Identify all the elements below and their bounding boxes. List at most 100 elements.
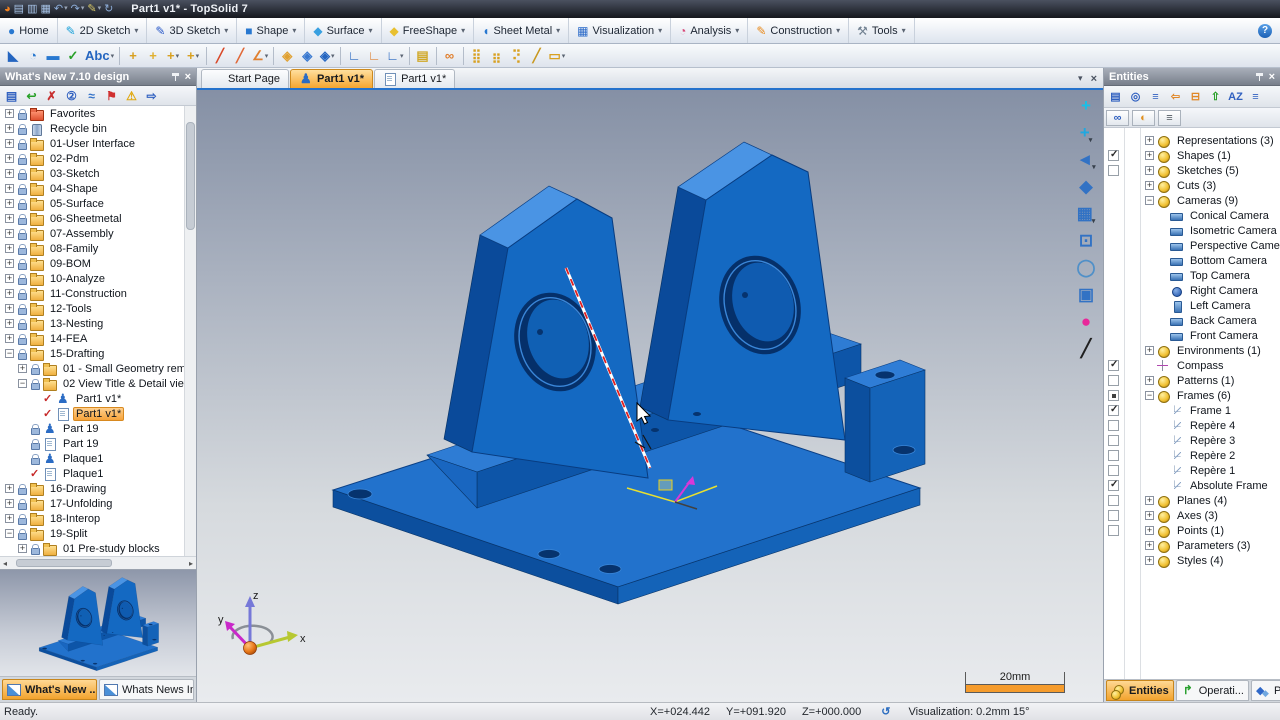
quick-access-button[interactable]: ↶ ▾ — [54, 2, 68, 16]
ribbon-tab[interactable]: ▦ Visualization ▾ — [569, 18, 671, 43]
toolbar-button[interactable]: ▾ — [206, 47, 207, 65]
expander-icon[interactable] — [5, 109, 14, 118]
tree-item[interactable]: Favorites — [0, 106, 196, 121]
chevron-down-icon[interactable]: ▾ — [64, 2, 68, 16]
document-tab[interactable]: Start Page — [201, 69, 289, 88]
expander-icon[interactable] — [5, 199, 14, 208]
chevron-down-icon[interactable]: ▾ — [902, 26, 906, 35]
tree-item[interactable]: 11-Construction — [0, 286, 196, 301]
view-toolbar-button[interactable]: ◄ ▾ — [1074, 149, 1098, 171]
close-icon[interactable]: × — [185, 72, 191, 82]
tree-item[interactable]: 09-BOM — [0, 256, 196, 271]
tree-item[interactable]: Part 19 — [0, 436, 196, 451]
toolbar-button[interactable]: ⣶ ▾ — [487, 46, 507, 66]
expander-icon[interactable] — [31, 409, 40, 418]
expander-icon[interactable] — [1145, 136, 1154, 145]
quick-access-button[interactable]: ▤ ▾ — [14, 2, 24, 16]
expander-icon[interactable] — [5, 214, 14, 223]
expander-icon[interactable] — [1158, 331, 1167, 340]
chevron-down-icon[interactable]: ▾ — [1089, 136, 1093, 144]
horizontal-scrollbar[interactable]: ◂ ▸ — [0, 556, 196, 569]
expander-icon[interactable] — [18, 364, 27, 373]
expander-icon[interactable] — [1145, 391, 1154, 400]
tree-item[interactable]: 02 View Title & Detail view & — [0, 376, 196, 391]
entity-item[interactable]: Repère 1 — [1104, 463, 1280, 478]
visibility-checkbox[interactable] — [1108, 525, 1119, 536]
expander-icon[interactable] — [1145, 511, 1154, 520]
entity-item[interactable]: Frame 1 — [1104, 403, 1280, 418]
panel-tab[interactable]: Parts — [1251, 680, 1280, 701]
visibility-checkbox[interactable] — [1108, 390, 1119, 401]
entity-item[interactable]: Axes (3) — [1104, 508, 1280, 523]
tree-item[interactable]: Recycle bin — [0, 121, 196, 136]
view-toolbar-button[interactable]: ◯ ▾ — [1074, 257, 1098, 279]
visibility-checkbox[interactable] — [1108, 465, 1119, 476]
chevron-down-icon[interactable]: ▾ — [98, 2, 102, 16]
view-toolbar-button[interactable]: ◆ ▾ — [1074, 176, 1098, 198]
visibility-checkbox[interactable] — [1108, 420, 1119, 431]
chevron-down-icon[interactable]: ▾ — [658, 26, 662, 35]
expander-icon[interactable] — [1145, 361, 1154, 370]
expander-icon[interactable] — [1145, 166, 1154, 175]
ribbon-tab[interactable]: ✎ 3D Sketch ▾ — [147, 18, 237, 43]
toolbar-button[interactable]: ╱ ▾ — [210, 46, 230, 66]
tree-item[interactable]: 01-User Interface — [0, 136, 196, 151]
tree-item[interactable]: 15-Drafting — [0, 346, 196, 361]
ribbon-tab[interactable]: ◆ Surface ▾ — [305, 18, 381, 43]
tree-item[interactable]: 06-Sheetmetal — [0, 211, 196, 226]
toolbar-button[interactable]: ∞ ▾ — [440, 46, 460, 66]
tree-item[interactable]: Part 19 — [0, 421, 196, 436]
view-toolbar-button[interactable]: ● ▾ — [1074, 311, 1098, 333]
toolbar-button[interactable]: ▤ ▾ — [413, 46, 433, 66]
view-toolbar-button[interactable]: + ▾ — [1074, 122, 1098, 144]
entity-item[interactable]: Isometric Camera — [1104, 223, 1280, 238]
expander-icon[interactable] — [5, 304, 14, 313]
view-toolbar-button[interactable]: ▣ ▾ — [1074, 284, 1098, 306]
visibility-checkbox[interactable] — [1108, 360, 1119, 371]
entity-item[interactable]: Cameras (9) — [1104, 193, 1280, 208]
toolbar-button[interactable]: ⣿ ▾ — [467, 46, 487, 66]
tree-item[interactable]: 16-Drawing — [0, 481, 196, 496]
tree-item[interactable]: 10-Analyze — [0, 271, 196, 286]
expander-icon[interactable] — [5, 499, 14, 508]
chevron-down-icon[interactable]: ▾ — [461, 26, 465, 35]
expander-icon[interactable] — [1158, 226, 1167, 235]
expander-icon[interactable] — [18, 439, 27, 448]
chevron-down-icon[interactable]: ▾ — [556, 26, 560, 35]
entity-item[interactable]: Styles (4) — [1104, 553, 1280, 568]
toolbar-button[interactable]: ∟ ▾ — [344, 46, 364, 66]
chevron-down-icon[interactable]: ▾ — [176, 52, 180, 60]
entity-item[interactable]: Bottom Camera — [1104, 253, 1280, 268]
toolbar-button[interactable]: ∟ ▾ — [364, 46, 384, 66]
panel-toolbar-button[interactable]: ◎ — [1126, 88, 1145, 105]
expander-icon[interactable] — [1158, 211, 1167, 220]
tree-item[interactable]: 19-Split — [0, 526, 196, 541]
toolbar-button[interactable]: Abc ▾ — [83, 46, 116, 66]
entity-item[interactable]: Compass — [1104, 358, 1280, 373]
view-toolbar-button[interactable]: + ▾ — [1074, 95, 1098, 117]
entity-item[interactable]: Repère 2 — [1104, 448, 1280, 463]
tree-item[interactable]: Plaque1 — [0, 451, 196, 466]
entity-item[interactable]: Sketches (5) — [1104, 163, 1280, 178]
scroll-right-icon[interactable]: ▸ — [189, 559, 193, 568]
ribbon-tab[interactable]: ● Home ▾ — [0, 18, 58, 43]
expander-icon[interactable] — [18, 469, 27, 478]
toolbar-button[interactable]: + ▾ — [163, 46, 183, 66]
filter-toggle-button[interactable]: ∞ — [1106, 110, 1129, 126]
expander-icon[interactable] — [5, 124, 14, 133]
chevron-down-icon[interactable]: ▾ — [292, 26, 296, 35]
expander-icon[interactable] — [5, 484, 14, 493]
ribbon-tab[interactable]: ⚒ Tools ▾ — [849, 18, 914, 43]
panel-tab[interactable]: Whats News In... — [99, 679, 194, 700]
ribbon-tab[interactable]: ■ Shape ▾ — [237, 18, 305, 43]
expander-icon[interactable] — [1158, 256, 1167, 265]
quick-access-button[interactable]: ↻ ▾ — [104, 2, 113, 16]
tree-item[interactable]: Plaque1 — [0, 466, 196, 481]
toolbar-button[interactable]: + ▾ — [123, 46, 143, 66]
toolbar-button[interactable]: ▾ — [409, 47, 410, 65]
entity-item[interactable]: Absolute Frame — [1104, 478, 1280, 493]
expander-icon[interactable] — [1145, 541, 1154, 550]
toolbar-button[interactable]: ▾ — [340, 47, 341, 65]
entity-item[interactable]: Right Camera — [1104, 283, 1280, 298]
expander-icon[interactable] — [5, 319, 14, 328]
